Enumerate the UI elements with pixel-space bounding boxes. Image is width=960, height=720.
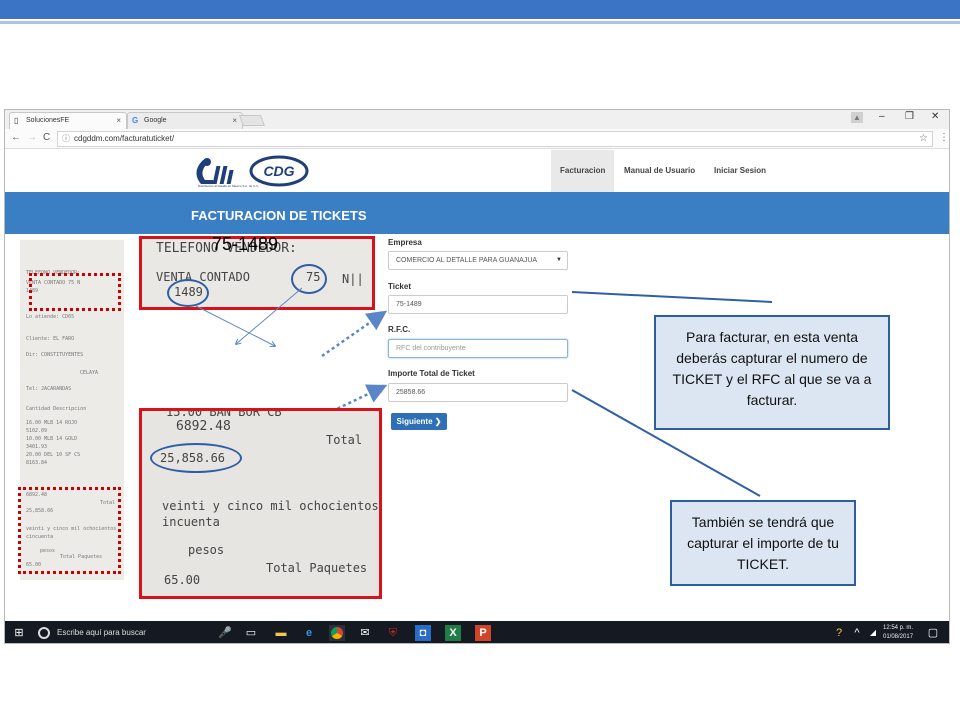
- zoom-line: 65.00: [164, 573, 201, 587]
- clock-date: 01/08/2017: [883, 634, 914, 640]
- edge-icon[interactable]: e: [301, 625, 317, 641]
- new-tab-button[interactable]: [238, 115, 266, 126]
- site-header: CDG Distribución al Detalle en México S.…: [5, 150, 949, 192]
- receipt-zoom-total: 15.00 BAN BOR CB 6892.48 Total 25,858.66…: [139, 408, 382, 599]
- receipt-line: 10.00 MLB 14 GOLD: [26, 436, 78, 442]
- receipt-line: Tel: JACARANDAS: [26, 386, 72, 392]
- menu-icon[interactable]: ⋮: [939, 132, 949, 143]
- slide-header-bar: [0, 0, 960, 19]
- network-icon[interactable]: ◢: [865, 625, 881, 641]
- reload-icon[interactable]: C: [43, 132, 50, 143]
- zoom-line: N||: [342, 272, 364, 286]
- taskbar-search-text: Escribe aquí para buscar: [57, 628, 146, 637]
- close-window-button[interactable]: ✕: [931, 111, 939, 122]
- tab-label: SolucionesFE: [26, 117, 70, 124]
- zoom-line: VENTA CONTADO: [156, 270, 250, 284]
- receipt-line: 3401.93: [26, 444, 48, 450]
- tab-label: Google: [144, 117, 167, 124]
- mail-icon[interactable]: ✉: [357, 625, 373, 641]
- receipt-line: 16.00 MLB 14 ROJO: [26, 420, 78, 426]
- zoom-line: veinti y cinco mil ochocientos c: [162, 499, 382, 513]
- minimize-button[interactable]: –: [879, 111, 885, 122]
- logo-text: CDG: [263, 163, 294, 179]
- close-tab-icon[interactable]: ×: [232, 113, 237, 129]
- url-field[interactable]: ⓘ cdgddm.com/facturatuticket/ ☆: [57, 131, 933, 147]
- nav-facturacion[interactable]: Facturacion: [551, 150, 615, 192]
- cdg-logo: CDG Distribución al Detalle en México S.…: [196, 155, 309, 188]
- star-icon[interactable]: ☆: [919, 132, 928, 146]
- page-icon: ▯: [14, 116, 19, 125]
- forward-icon[interactable]: →: [27, 132, 37, 143]
- google-icon: G: [132, 116, 139, 125]
- antivirus-icon[interactable]: ⛨: [385, 625, 401, 641]
- nav-iniciar-sesion[interactable]: Iniciar Sesion: [705, 150, 775, 192]
- receipt-line: Lo atiende: CD65: [26, 314, 75, 320]
- search-icon: [38, 627, 50, 639]
- rfc-label: R.F.C.: [388, 325, 411, 334]
- zoom-line: pesos: [188, 543, 225, 557]
- receipt-line: 8163.84: [26, 460, 48, 466]
- circle-ticket-number: [167, 279, 209, 307]
- windows-start-icon[interactable]: ⊞: [11, 625, 27, 641]
- chevron-down-icon: ▼: [556, 257, 562, 263]
- slide-header-line: [0, 21, 960, 24]
- url-text: cdgddm.com/facturatuticket/: [74, 134, 175, 143]
- chrome-icon[interactable]: [329, 625, 345, 641]
- callout-importe: También se tendrá que capturar el import…: [670, 500, 856, 586]
- close-tab-icon[interactable]: ×: [116, 113, 121, 129]
- zoom-line: incuenta: [162, 515, 220, 529]
- tab-strip: ▯ SolucionesFE × G Google × ▲ – ❐ ✕: [5, 110, 949, 129]
- powerpoint-icon[interactable]: P: [475, 625, 491, 641]
- tab-solucionesfe[interactable]: ▯ SolucionesFE ×: [9, 112, 127, 129]
- tab-google[interactable]: G Google ×: [127, 112, 243, 129]
- rfc-input[interactable]: RFC del contribuyente: [388, 339, 568, 358]
- empresa-value: COMERCIO AL DETALLE PARA GUANAJUA: [396, 257, 538, 264]
- zoom-line: Total: [326, 433, 363, 447]
- maximize-button[interactable]: ❐: [905, 111, 914, 122]
- address-bar-row: ← → C ⓘ cdgddm.com/facturatuticket/ ☆ ⋮: [5, 129, 949, 149]
- combined-ticket-number: 75-1489: [212, 234, 279, 254]
- receipt-line: CELAYA: [80, 370, 99, 376]
- zoom-line: 15.00 BAN BOR CB: [166, 408, 282, 419]
- ticket-label: Ticket: [388, 282, 411, 291]
- empresa-label: Empresa: [388, 238, 422, 247]
- windows-taskbar: ⊞ Escribe aquí para buscar 🎤 ▭ ▬ e ✉ ⛨ ◘…: [5, 621, 949, 643]
- callout-ticket-rfc: Para facturar, en esta venta deberás cap…: [654, 315, 890, 430]
- taskbar-clock[interactable]: 12:54 p. m. 01/08/2017: [883, 624, 913, 642]
- excel-icon[interactable]: X: [445, 625, 461, 641]
- notifications-icon[interactable]: ▢: [925, 625, 941, 641]
- receipt-line: Cliente: EL FARO: [26, 336, 75, 342]
- page-title: FACTURACION DE TICKETS: [191, 208, 367, 223]
- user-icon[interactable]: ▲: [851, 112, 863, 123]
- zoom-line: Total Paquetes: [266, 561, 368, 575]
- circle-total-amount: [150, 443, 242, 473]
- highlight-total-thumb: [18, 487, 121, 574]
- logo-tagline: Distribución al Detalle en México S.A. d…: [198, 184, 259, 188]
- store-icon[interactable]: ◘: [415, 625, 431, 641]
- empresa-select[interactable]: COMERCIO AL DETALLE PARA GUANAJUA ▼: [388, 251, 568, 270]
- receipt-line: 20.00 DEL 10 SF CS: [26, 452, 81, 458]
- importe-label: Importe Total de Ticket: [388, 369, 475, 378]
- receipt-line: 5102.09: [26, 428, 48, 434]
- microphone-icon[interactable]: 🎤: [217, 625, 233, 641]
- taskbar-search[interactable]: Escribe aquí para buscar: [33, 621, 243, 643]
- circle-sale-number: [291, 264, 327, 294]
- ticket-input[interactable]: 75-1489: [388, 295, 568, 314]
- receipt-line: Cantidad Descripcion: [26, 406, 87, 412]
- back-icon[interactable]: ←: [11, 132, 21, 143]
- info-icon: ⓘ: [62, 134, 70, 143]
- nav-manual-usuario[interactable]: Manual de Usuario: [615, 150, 704, 192]
- task-view-icon[interactable]: ▭: [243, 625, 259, 641]
- siguiente-button[interactable]: Siguiente ❯: [391, 413, 447, 430]
- clock-time: 12:54 p. m.: [883, 625, 914, 631]
- importe-input[interactable]: 25858.66: [388, 383, 568, 402]
- chevron-up-icon[interactable]: ^: [849, 625, 865, 641]
- highlight-ticket-thumb: [29, 273, 121, 311]
- file-explorer-icon[interactable]: ▬: [273, 625, 289, 641]
- help-icon[interactable]: ?: [831, 625, 847, 641]
- page-banner: FACTURACION DE TICKETS: [5, 192, 949, 234]
- receipt-line: Dir: CONSTITUYENTES: [26, 352, 84, 358]
- zoom-line: 6892.48: [176, 419, 231, 434]
